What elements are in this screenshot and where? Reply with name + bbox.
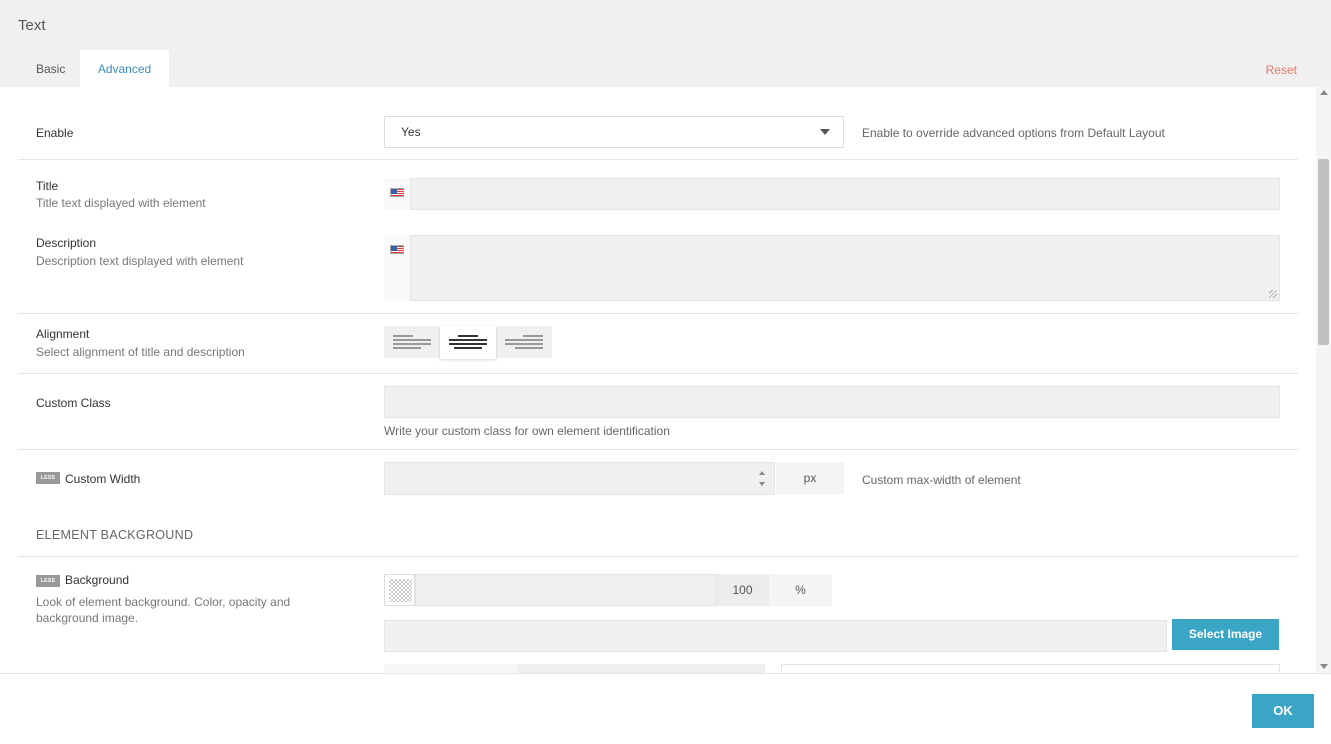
- stepper-down-icon[interactable]: [759, 482, 765, 486]
- scroll-thumb[interactable]: [1318, 159, 1329, 345]
- alignment-button-group: [384, 326, 552, 359]
- us-flag-icon: [390, 245, 404, 254]
- divider: [18, 449, 1298, 450]
- stepper-up-icon[interactable]: [759, 471, 765, 475]
- opacity-unit: %: [769, 574, 832, 606]
- description-textarea[interactable]: [410, 235, 1280, 301]
- color-swatch[interactable]: [384, 574, 415, 606]
- background-position-select[interactable]: [781, 664, 1280, 673]
- us-flag-icon: [390, 188, 404, 197]
- enable-help: Enable to override advanced options from…: [862, 126, 1165, 140]
- tab-advanced[interactable]: Advanced: [80, 50, 169, 87]
- align-center-button[interactable]: [440, 326, 496, 359]
- transparent-pattern-icon: [389, 579, 412, 602]
- description-label: Description: [36, 236, 97, 250]
- background-size-select[interactable]: [517, 664, 765, 673]
- tab-basic[interactable]: Basic: [18, 50, 83, 87]
- divider: [18, 313, 1298, 314]
- custom-width-label: Custom Width: [65, 472, 141, 486]
- background-label: Background: [65, 573, 130, 587]
- custom-class-input[interactable]: [384, 386, 1280, 418]
- dialog-header: Text Basic Advanced Reset: [0, 0, 1331, 87]
- title-label: Title: [36, 179, 59, 193]
- reset-button[interactable]: Reset: [1266, 63, 1297, 77]
- divider: [18, 373, 1298, 374]
- background-color-input[interactable]: [415, 574, 716, 606]
- select-image-button[interactable]: Select Image: [1172, 619, 1279, 650]
- dialog-footer: OK: [0, 673, 1331, 744]
- opacity-input[interactable]: 100: [716, 574, 769, 606]
- background-image-input[interactable]: [384, 620, 1167, 652]
- title-sub: Title text displayed with element: [36, 196, 206, 210]
- ok-button[interactable]: OK: [1252, 694, 1314, 728]
- enable-label: Enable: [36, 126, 74, 140]
- custom-width-stepper[interactable]: [384, 462, 775, 495]
- custom-class-label: Custom Class: [36, 396, 111, 410]
- scroll-down-icon[interactable]: [1320, 664, 1328, 669]
- alignment-label: Alignment: [36, 327, 90, 341]
- divider: [18, 556, 1298, 557]
- background-sub: Look of element background. Color, opaci…: [36, 595, 291, 625]
- custom-width-help: Custom max-width of element: [862, 473, 1021, 487]
- scroll-up-icon[interactable]: [1320, 90, 1328, 95]
- enable-select-value: Yes: [401, 125, 421, 139]
- title-input[interactable]: [410, 178, 1280, 210]
- less-badge: LESS: [36, 472, 60, 484]
- alignment-sub: Select alignment of title and descriptio…: [36, 345, 245, 359]
- dialog-title: Text: [18, 17, 46, 34]
- section-title-element-background: ELEMENT BACKGROUND: [36, 528, 194, 542]
- divider: [18, 159, 1298, 160]
- language-flag: [384, 235, 410, 301]
- description-sub: Description text displayed with element: [36, 254, 244, 268]
- resize-handle-icon[interactable]: [1269, 290, 1277, 298]
- background-repeat-select[interactable]: [384, 664, 517, 673]
- enable-select[interactable]: Yes: [384, 116, 844, 148]
- scrollbar[interactable]: [1316, 87, 1331, 673]
- advanced-panel: Enable Yes Enable to override advanced o…: [0, 87, 1331, 673]
- chevron-down-icon: [820, 129, 830, 135]
- custom-class-help: Write your custom class for own element …: [384, 424, 670, 438]
- less-badge: LESS: [36, 575, 60, 587]
- align-left-button[interactable]: [384, 326, 440, 358]
- language-flag: [384, 178, 410, 210]
- align-right-button[interactable]: [496, 326, 552, 358]
- custom-width-unit: px: [776, 462, 844, 494]
